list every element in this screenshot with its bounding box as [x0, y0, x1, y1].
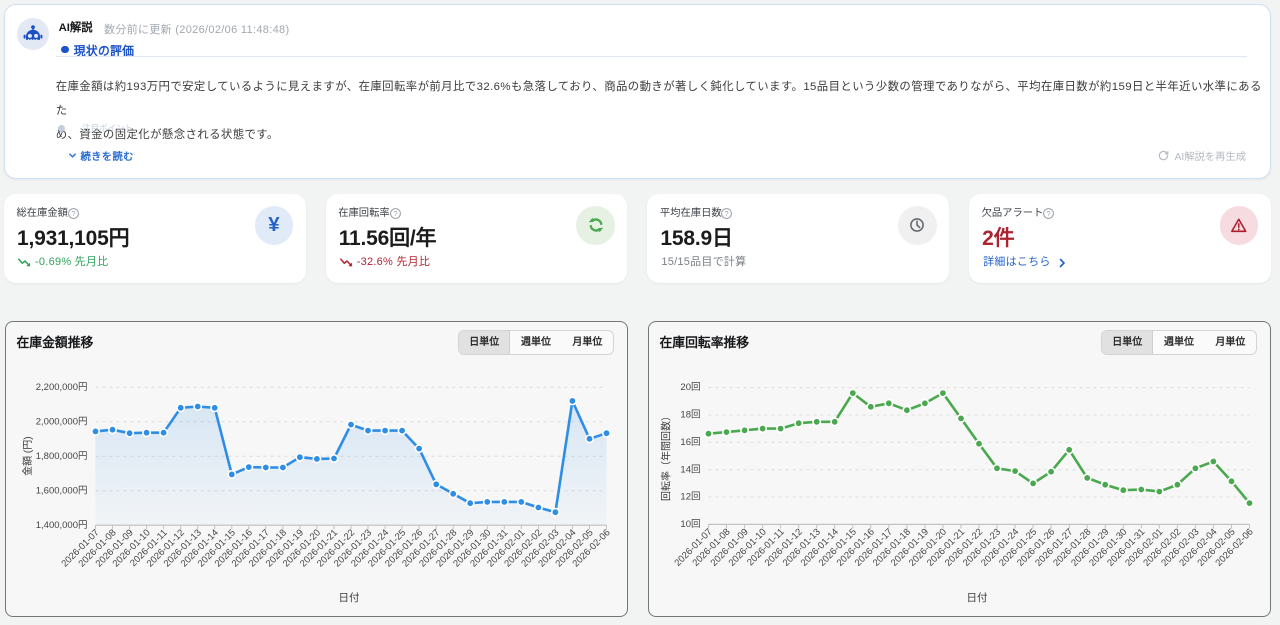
- svg-text:12回: 12回: [680, 492, 700, 503]
- svg-text:20回: 20回: [680, 382, 700, 393]
- svg-text:1,400,000円: 1,400,000円: [35, 520, 87, 531]
- svg-text:14回: 14回: [680, 464, 700, 475]
- svg-text:回転率（年間回数）: 回転率（年間回数）: [659, 411, 672, 501]
- svg-text:16回: 16回: [680, 437, 700, 448]
- svg-text:?: ?: [1047, 210, 1051, 219]
- svg-text:日付: 日付: [338, 591, 359, 604]
- svg-text:1,800,000円: 1,800,000円: [35, 451, 87, 462]
- svg-text:1,600,000円: 1,600,000円: [35, 485, 87, 496]
- svg-text:?: ?: [725, 210, 729, 219]
- svg-text:18回: 18回: [680, 410, 700, 421]
- svg-text:日付: 日付: [966, 591, 987, 604]
- svg-text:2,200,000円: 2,200,000円: [35, 382, 87, 393]
- svg-text:金額 (円): 金額 (円): [21, 436, 34, 475]
- svg-text:?: ?: [393, 210, 397, 219]
- svg-text:2,000,000円: 2,000,000円: [35, 416, 87, 427]
- svg-text:10回: 10回: [680, 519, 700, 530]
- svg-text:?: ?: [71, 210, 75, 219]
